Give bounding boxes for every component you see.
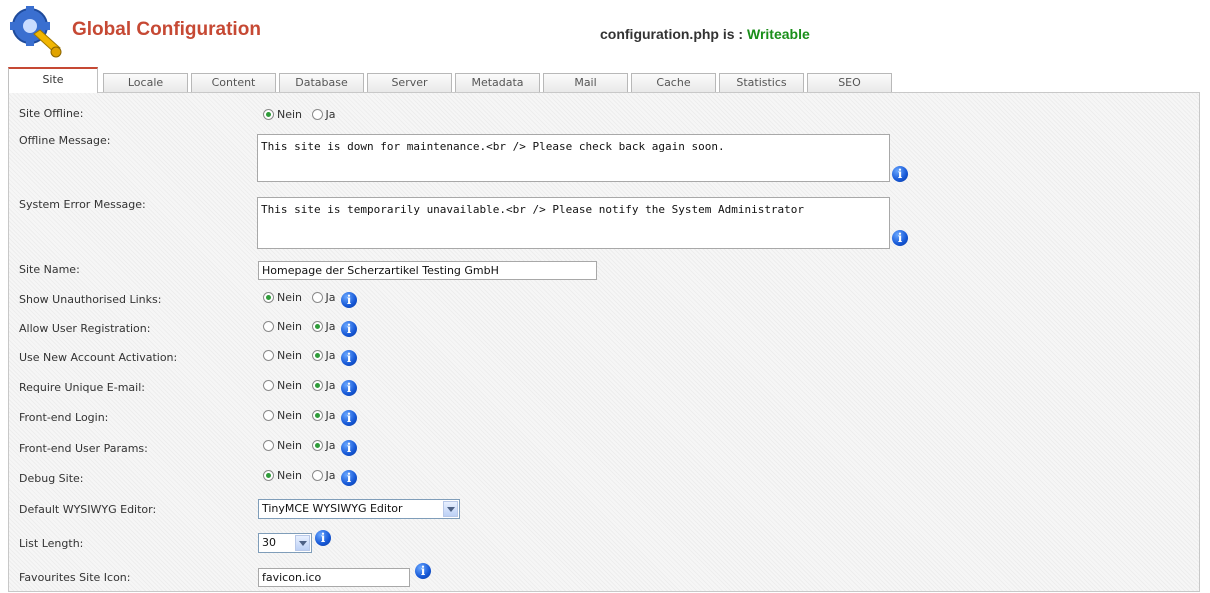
offline-message-textarea[interactable]: This site is down for maintenance.<br />… — [257, 134, 890, 182]
info-icon[interactable]: i — [892, 166, 908, 182]
system-error-message-textarea[interactable]: This site is temporarily unavailable.<br… — [257, 197, 890, 249]
tab-locale[interactable]: Locale — [103, 73, 188, 92]
tab-site[interactable]: Site — [8, 67, 98, 93]
radio-label-yes: Ja — [325, 439, 336, 452]
radio-label-yes: Ja — [325, 320, 336, 333]
default-editor-select[interactable]: TinyMCE WYSIWYG Editor — [258, 499, 460, 519]
radio-label-no: Nein — [277, 379, 303, 392]
frontend-user-params-control: Nein Ja i — [263, 439, 358, 456]
use-new-account-activation-yes-radio[interactable] — [311, 350, 323, 361]
use-new-account-activation-no-radio[interactable] — [263, 350, 274, 361]
show-unauthorised-links-yes-radio[interactable] — [311, 292, 323, 303]
list-length-value: 30 — [262, 536, 276, 549]
site-offline-control: Nein Ja — [263, 108, 342, 121]
radio-label-no: Nein — [277, 439, 303, 452]
tab-server[interactable]: Server — [367, 73, 452, 92]
debug-site-label: Debug Site: — [19, 472, 84, 485]
default-editor-label: Default WYSIWYG Editor: — [19, 503, 157, 516]
use-new-account-activation-label: Use New Account Activation: — [19, 351, 178, 364]
radio-label-no: Nein — [277, 349, 303, 362]
require-unique-email-no-radio[interactable] — [263, 380, 274, 391]
allow-user-registration-control: Nein Ja i — [263, 320, 358, 337]
frontend-login-label: Front-end Login: — [19, 411, 109, 424]
status-prefix: configuration.php is : — [600, 26, 747, 42]
info-icon[interactable]: i — [341, 440, 358, 456]
frontend-user-params-yes-radio[interactable] — [311, 440, 323, 451]
debug-site-no-radio[interactable] — [263, 470, 274, 481]
favourites-icon-input[interactable]: favicon.ico — [258, 568, 410, 587]
site-offline-no-radio[interactable] — [263, 109, 274, 120]
tab-statistics[interactable]: Statistics — [719, 73, 804, 92]
radio-label-no: Nein — [277, 320, 303, 333]
favourites-icon-label: Favourites Site Icon: — [19, 571, 131, 584]
site-offline-yes-radio[interactable] — [311, 109, 323, 120]
allow-user-registration-no-radio[interactable] — [263, 321, 274, 332]
allow-user-registration-label: Allow User Registration: — [19, 322, 151, 335]
frontend-login-yes-radio[interactable] — [311, 410, 323, 421]
list-length-label: List Length: — [19, 537, 84, 550]
debug-site-yes-radio[interactable] — [311, 470, 323, 481]
site-offline-label: Site Offline: — [19, 107, 84, 120]
radio-label-yes: Ja — [325, 379, 336, 392]
tab-metadata[interactable]: Metadata — [455, 73, 540, 92]
radio-label-no: Nein — [277, 469, 303, 482]
list-length-select[interactable]: 30 — [258, 533, 312, 553]
tab-seo[interactable]: SEO — [807, 73, 892, 92]
radio-label-yes: Ja — [325, 108, 336, 121]
frontend-user-params-label: Front-end User Params: — [19, 442, 148, 455]
radio-label-yes: Ja — [325, 469, 336, 482]
site-settings-panel: Site Offline: Nein Ja Offline Message: T… — [8, 92, 1200, 592]
radio-label-yes: Ja — [325, 349, 336, 362]
tab-database[interactable]: Database — [279, 73, 364, 92]
config-tools-icon — [8, 4, 64, 60]
radio-label-yes: Ja — [325, 409, 336, 422]
require-unique-email-label: Require Unique E-mail: — [19, 381, 145, 394]
use-new-account-activation-control: Nein Ja i — [263, 349, 358, 366]
show-unauthorised-links-no-radio[interactable] — [263, 292, 274, 303]
info-icon[interactable]: i — [341, 410, 358, 426]
config-file-status: configuration.php is : Writeable — [600, 26, 810, 42]
system-error-message-label: System Error Message: — [19, 198, 146, 211]
require-unique-email-yes-radio[interactable] — [311, 380, 323, 391]
frontend-login-control: Nein Ja i — [263, 409, 358, 426]
offline-message-label: Offline Message: — [19, 134, 111, 147]
chevron-down-icon[interactable] — [295, 535, 310, 551]
info-icon[interactable]: i — [315, 530, 331, 546]
info-icon[interactable]: i — [892, 230, 908, 246]
tab-content[interactable]: Content — [191, 73, 276, 92]
show-unauthorised-links-label: Show Unauthorised Links: — [19, 293, 162, 306]
info-icon[interactable]: i — [341, 380, 358, 396]
frontend-login-no-radio[interactable] — [263, 410, 274, 421]
info-icon[interactable]: i — [341, 350, 358, 366]
radio-label-no: Nein — [277, 108, 303, 121]
radio-label-no: Nein — [277, 409, 303, 422]
site-name-input[interactable]: Homepage der Scherzartikel Testing GmbH — [258, 261, 597, 280]
radio-label-yes: Ja — [325, 291, 336, 304]
tab-bar: Site Locale Content Database Server Meta… — [8, 67, 908, 93]
info-icon[interactable]: i — [341, 292, 358, 308]
frontend-user-params-no-radio[interactable] — [263, 440, 274, 451]
info-icon[interactable]: i — [415, 563, 431, 579]
chevron-down-icon[interactable] — [443, 501, 458, 517]
allow-user-registration-yes-radio[interactable] — [311, 321, 323, 332]
header: Global Configuration configuration.php i… — [0, 0, 1210, 60]
require-unique-email-control: Nein Ja i — [263, 379, 358, 396]
status-badge: Writeable — [747, 26, 810, 42]
debug-site-control: Nein Ja i — [263, 469, 358, 486]
tab-mail[interactable]: Mail — [543, 73, 628, 92]
info-icon[interactable]: i — [341, 470, 358, 486]
site-name-label: Site Name: — [19, 263, 80, 276]
show-unauthorised-links-control: Nein Ja i — [263, 291, 358, 308]
tab-cache[interactable]: Cache — [631, 73, 716, 92]
info-icon[interactable]: i — [341, 321, 358, 337]
radio-label-no: Nein — [277, 291, 303, 304]
page-title: Global Configuration — [72, 19, 261, 40]
default-editor-value: TinyMCE WYSIWYG Editor — [262, 502, 403, 515]
